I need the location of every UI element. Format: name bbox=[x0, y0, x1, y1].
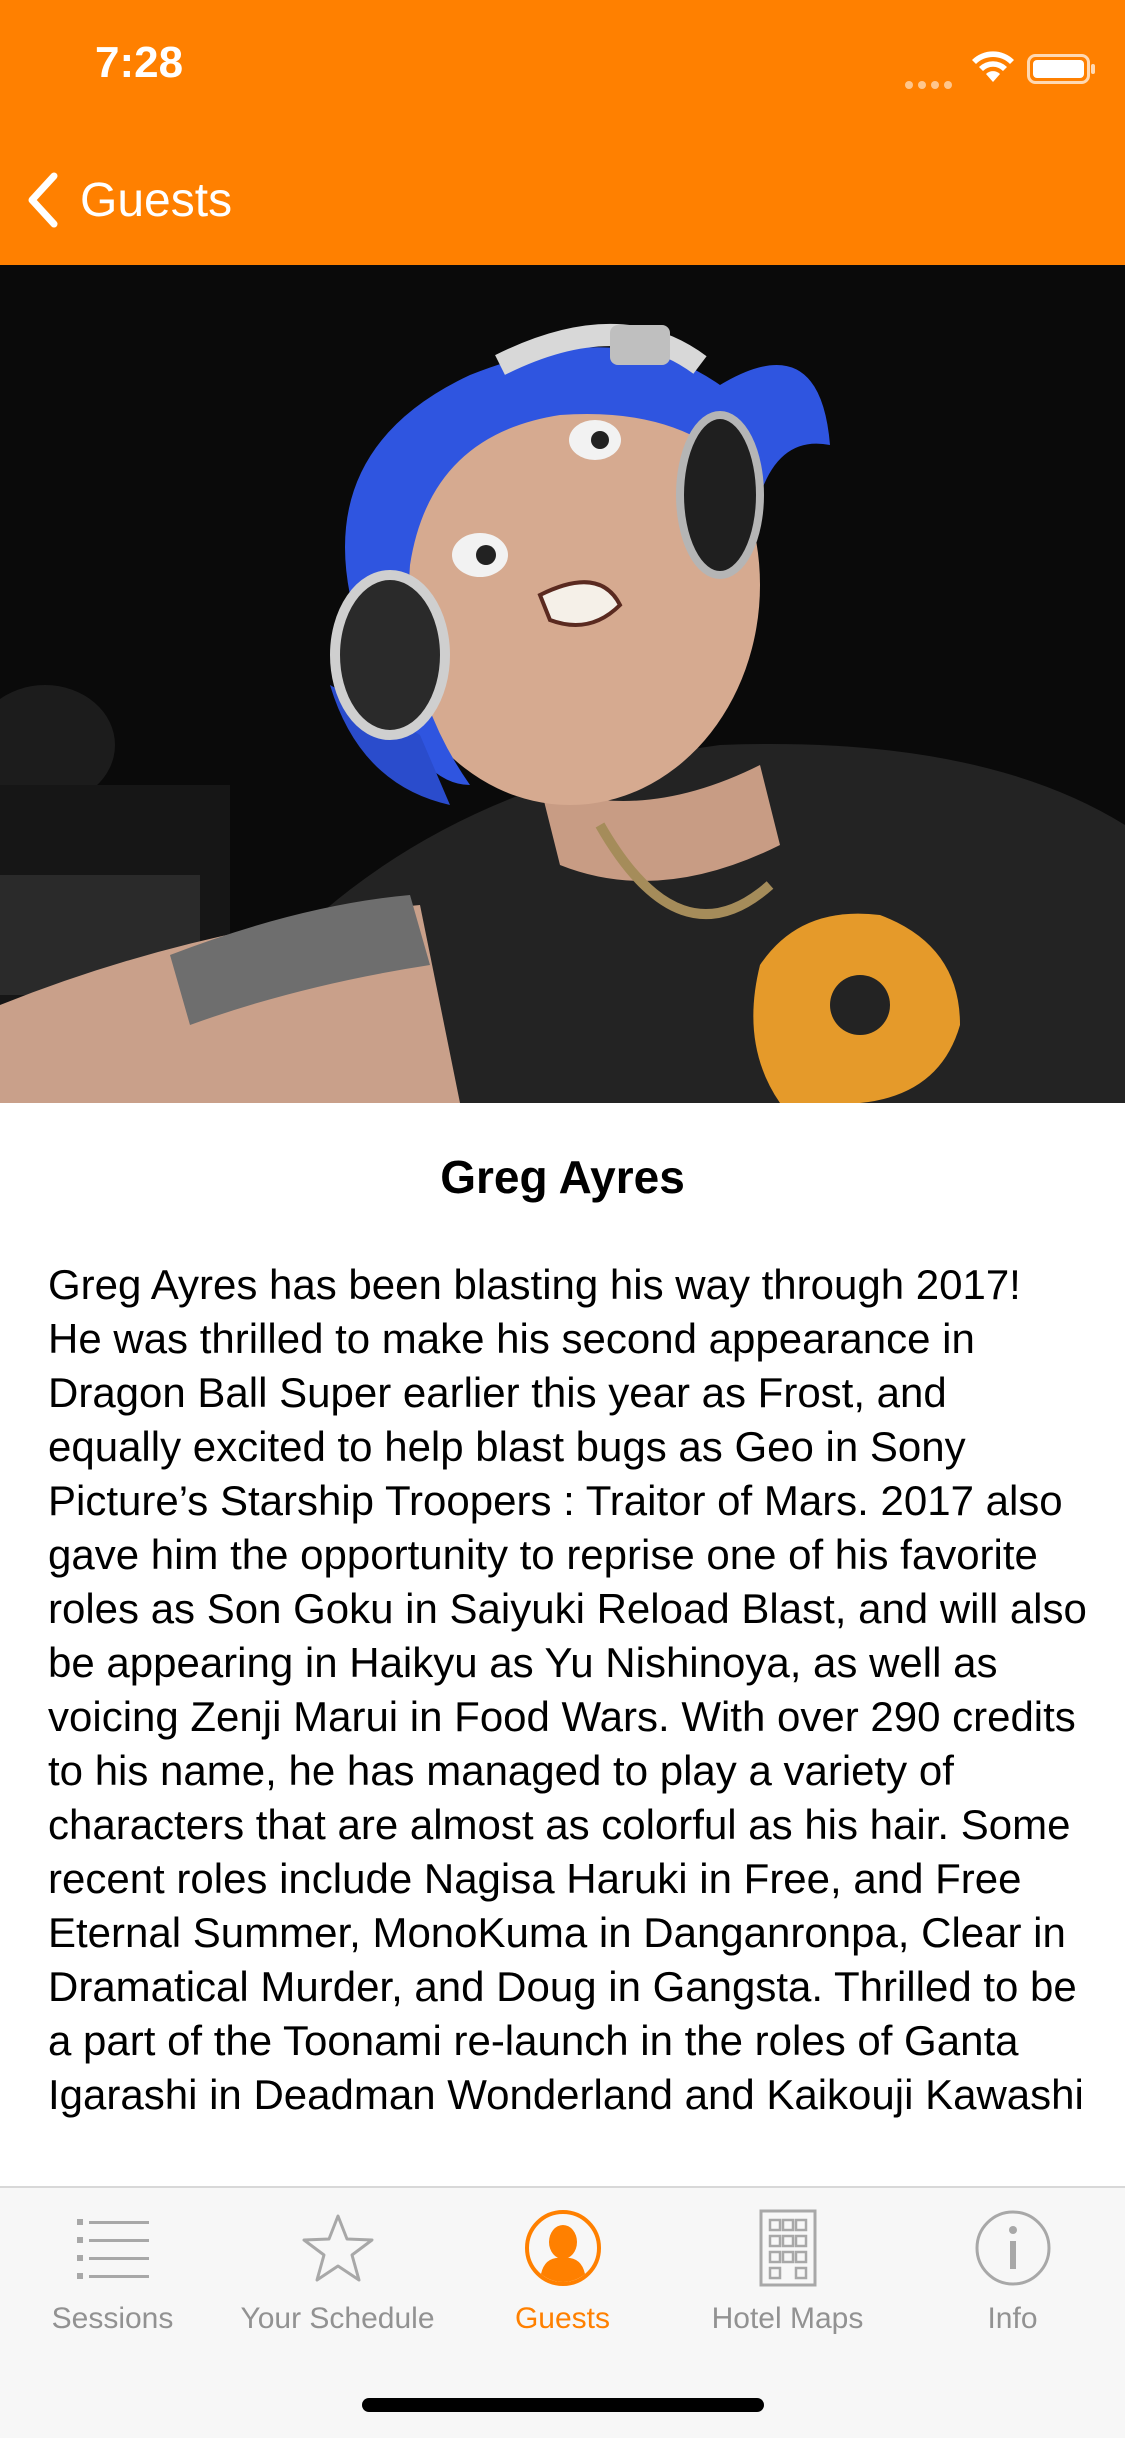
home-indicator[interactable] bbox=[362, 2398, 764, 2412]
star-icon bbox=[300, 2208, 376, 2288]
battery-icon bbox=[1027, 54, 1095, 84]
back-button[interactable]: Guests bbox=[24, 160, 232, 240]
status-indicators bbox=[825, 0, 1125, 140]
tab-info[interactable]: Info bbox=[900, 2188, 1125, 2348]
status-time: 7:28 bbox=[95, 38, 184, 87]
tab-your-schedule[interactable]: Your Schedule bbox=[225, 2188, 450, 2348]
list-icon bbox=[73, 2208, 153, 2288]
tab-your-schedule-label: Your Schedule bbox=[240, 2302, 435, 2335]
guest-name: Greg Ayres bbox=[440, 1151, 685, 1203]
navigation-header: 7:28 Guests bbox=[0, 0, 1125, 265]
tab-hotel-maps-label: Hotel Maps bbox=[711, 2302, 864, 2335]
tab-guests[interactable]: Guests bbox=[450, 2188, 675, 2348]
tab-hotel-maps[interactable]: Hotel Maps bbox=[675, 2188, 900, 2348]
wifi-icon bbox=[972, 51, 1014, 82]
tab-guests-label: Guests bbox=[514, 2302, 611, 2335]
guest-bio: Greg Ayres has been blasting his way thr… bbox=[48, 1261, 1099, 2118]
tab-sessions[interactable]: Sessions bbox=[0, 2188, 225, 2348]
info-icon bbox=[973, 2208, 1053, 2288]
back-button-label: Guests bbox=[80, 173, 233, 227]
person-icon bbox=[523, 2208, 603, 2288]
chevron-left-icon bbox=[28, 172, 58, 228]
tab-sessions-label: Sessions bbox=[51, 2302, 174, 2335]
guest-photo-illustration bbox=[0, 265, 1125, 1103]
guest-photo bbox=[0, 265, 1125, 1103]
cellular-signal-icon bbox=[905, 76, 957, 94]
building-icon bbox=[758, 2208, 818, 2288]
tab-info-label: Info bbox=[987, 2302, 1038, 2335]
